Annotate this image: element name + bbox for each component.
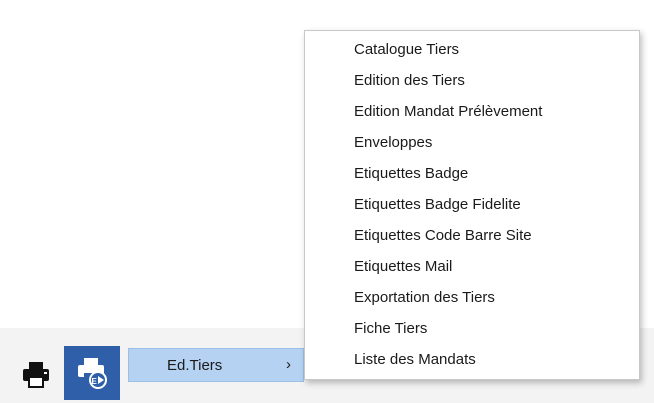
svg-text:E: E [92,377,98,386]
printer-edit-icon: E [78,358,107,389]
menu-item-etiquettes-code-barre-site[interactable]: Etiquettes Code Barre Site [305,220,639,251]
printer-icon [23,362,49,388]
menu-item-catalogue-tiers[interactable]: Catalogue Tiers [305,34,639,65]
print-button[interactable] [14,352,58,396]
menu-item-enveloppes[interactable]: Enveloppes [305,127,639,158]
submenu-label: Ed.Tiers [167,357,223,374]
submenu-ed-tiers[interactable]: Ed.Tiers › [128,348,304,382]
menu-item-fiche-tiers[interactable]: Fiche Tiers [305,313,639,344]
menu-item-exportation-des-tiers[interactable]: Exportation des Tiers [305,282,639,313]
menu-item-liste-des-mandats[interactable]: Liste des Mandats [305,344,639,375]
menu-item-etiquettes-mail[interactable]: Etiquettes Mail [305,251,639,282]
menu-item-etiquettes-badge-fidelite[interactable]: Etiquettes Badge Fidelite [305,189,639,220]
menu-item-edition-mandat-prelevement[interactable]: Edition Mandat Prélèvement [305,96,639,127]
print-edit-button[interactable]: E [64,346,120,400]
menu-item-edition-des-tiers[interactable]: Edition des Tiers [305,65,639,96]
chevron-right-icon: › [286,356,291,373]
menu-item-etiquettes-badge[interactable]: Etiquettes Badge [305,158,639,189]
dropdown-menu: Catalogue Tiers Edition des Tiers Editio… [304,30,640,380]
